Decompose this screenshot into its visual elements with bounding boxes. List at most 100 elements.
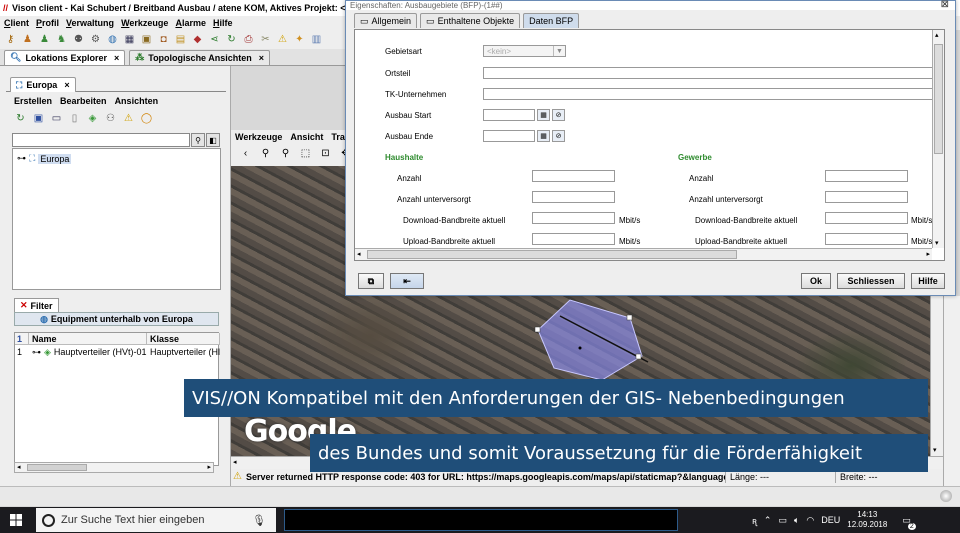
folder-icon[interactable]: ▥ xyxy=(310,34,323,46)
tab-lokations-explorer[interactable]: 🔍︎ Lokations Explorer × xyxy=(4,49,126,65)
calendar-icon[interactable]: ▦ xyxy=(537,109,550,121)
camera-icon[interactable]: ◘ xyxy=(157,34,170,46)
document-icon[interactable]: ▤ xyxy=(174,34,187,46)
person-edit-icon[interactable]: ♞ xyxy=(55,34,68,46)
menu-profil[interactable]: Profil xyxy=(36,18,59,28)
person-icon[interactable]: ♟ xyxy=(21,34,34,46)
zoom-out-icon[interactable]: ⚲ xyxy=(279,147,292,159)
clear-date-icon[interactable]: ⊘ xyxy=(552,109,565,121)
external-open-icon[interactable]: ⧉ xyxy=(358,273,384,289)
network-icon[interactable]: ⚇ xyxy=(104,112,117,124)
menu-ansicht[interactable]: Ansicht xyxy=(290,132,323,142)
share-icon[interactable]: ⋖ xyxy=(208,34,221,46)
close-icon[interactable]: ⊠ xyxy=(941,0,949,10)
chevron-left-icon[interactable]: ‹ xyxy=(239,147,252,159)
filter-tab[interactable]: ✕ Filter xyxy=(14,298,59,312)
menu-alarme[interactable]: Alarme xyxy=(175,18,206,28)
star-icon[interactable]: ✦ xyxy=(293,34,306,46)
haushalte-unterversorgt-input[interactable] xyxy=(532,191,615,203)
ausbau-ende-input[interactable] xyxy=(483,130,535,142)
gebietsart-select[interactable]: <kein> ▼ xyxy=(483,45,566,57)
tab-topologische-ansichten[interactable]: ⁂ Topologische Ansichten × xyxy=(129,49,271,65)
taskbar-app-button[interactable] xyxy=(284,509,678,531)
close-button[interactable]: Schliessen xyxy=(837,273,905,289)
dialog-vertical-scrollbar[interactable]: ▴ ▾ xyxy=(932,30,944,248)
table-row[interactable]: ⊶ ◈ Hauptverteiler (HVt)-01 xyxy=(29,346,147,358)
scrollbar-thumb[interactable] xyxy=(934,44,943,154)
close-icon[interactable]: × xyxy=(114,53,119,63)
scroll-right-icon[interactable]: ▸ xyxy=(207,463,211,471)
taskbar-search[interactable]: Zur Suche Text hier eingeben 🎙︎ xyxy=(36,508,276,532)
box-icon[interactable]: ▣ xyxy=(140,34,153,46)
dialog-horizontal-scrollbar[interactable]: ◂ ▸ xyxy=(355,248,932,260)
circle-icon[interactable]: ◯ xyxy=(140,112,153,124)
search-filter-icon[interactable]: ⚲ xyxy=(191,133,205,147)
settings-icon[interactable]: ⚙ xyxy=(89,34,102,46)
menu-ansichten[interactable]: Ansichten xyxy=(115,96,159,106)
refresh-icon[interactable]: ↻ xyxy=(225,34,238,46)
people-icon[interactable]: ꭆ xyxy=(752,514,757,527)
ausbau-start-input[interactable] xyxy=(483,109,535,121)
tag-icon[interactable]: ◆ xyxy=(191,34,204,46)
person-add-icon[interactable]: ♟ xyxy=(38,34,51,46)
tree-node-europa[interactable]: ⊶ ⛶ Europa xyxy=(17,153,72,164)
taskbar-clock[interactable]: 14:13 12.09.2018 xyxy=(847,510,887,530)
menu-verwaltung[interactable]: Verwaltung xyxy=(66,18,114,28)
tree-expand-icon[interactable]: ⊶ xyxy=(17,153,26,164)
wifi-icon[interactable]: ◠ xyxy=(806,515,814,526)
gewerbe-download-input[interactable] xyxy=(825,212,908,224)
scroll-down-icon[interactable]: ▾ xyxy=(933,446,937,454)
users-icon[interactable]: ⚉ xyxy=(72,34,85,46)
cube-icon[interactable]: ◈ xyxy=(86,112,99,124)
zoom-box-icon[interactable]: ⬚ xyxy=(299,147,312,159)
gewerbe-upload-input[interactable] xyxy=(825,233,908,245)
grid-icon[interactable]: ▦ xyxy=(123,34,136,46)
scroll-left-icon[interactable]: ◂ xyxy=(233,458,237,466)
volume-icon[interactable]: 🔈︎ xyxy=(794,515,799,526)
haushalte-anzahl-input[interactable] xyxy=(532,170,615,182)
menu-hilfe[interactable]: Hilfe xyxy=(213,18,233,28)
zoom-in-icon[interactable]: ⚲ xyxy=(259,147,272,159)
tab-europa[interactable]: ⛶ Europa × xyxy=(10,77,76,92)
area-polygon[interactable] xyxy=(530,296,650,386)
globe-icon[interactable]: ◍ xyxy=(106,34,119,46)
menu-bearbeiten[interactable]: Bearbeiten xyxy=(60,96,107,106)
close-icon[interactable]: × xyxy=(259,53,264,63)
notifications-icon[interactable]: ▭ 2 xyxy=(902,515,916,530)
column-header-klasse[interactable]: Klasse xyxy=(147,333,220,345)
tab-enthaltene-objekte[interactable]: ▭ Enthaltene Objekte xyxy=(420,13,521,28)
haushalte-upload-input[interactable] xyxy=(532,233,615,245)
scrollbar-thumb[interactable] xyxy=(27,464,87,471)
menu-werkzeuge[interactable]: Werkzeuge xyxy=(121,18,168,28)
refresh-icon[interactable]: ↻ xyxy=(14,112,27,124)
save-icon[interactable]: ▣ xyxy=(32,112,45,124)
haushalte-download-input[interactable] xyxy=(532,212,615,224)
document-icon[interactable]: ▯ xyxy=(68,112,81,124)
table-horizontal-scrollbar[interactable]: ◂ ▸ xyxy=(14,462,214,473)
microphone-icon[interactable]: 🎙︎ xyxy=(252,514,276,527)
ortsteil-input[interactable] xyxy=(483,67,935,79)
explorer-search-input[interactable] xyxy=(12,133,190,147)
menu-client[interactable]: Client xyxy=(4,18,29,28)
gewerbe-anzahl-input[interactable] xyxy=(825,170,908,182)
menu-erstellen[interactable]: Erstellen xyxy=(14,96,52,106)
close-icon[interactable]: × xyxy=(64,80,69,90)
key-icon[interactable]: ⚷ xyxy=(4,34,17,46)
gewerbe-unterversorgt-input[interactable] xyxy=(825,191,908,203)
menu-werkzeuge[interactable]: Werkzeuge xyxy=(235,132,282,142)
scroll-up-icon[interactable]: ▴ xyxy=(935,31,939,39)
search-options-icon[interactable]: ◧ xyxy=(206,133,220,147)
warning-icon[interactable]: ⚠ xyxy=(122,112,135,124)
clear-date-icon[interactable]: ⊘ xyxy=(552,130,565,142)
windows-start-icon[interactable] xyxy=(10,514,22,526)
scrollbar-thumb[interactable] xyxy=(367,250,737,259)
tab-daten-bfp[interactable]: Daten BFP xyxy=(523,13,580,28)
column-header-name[interactable]: Name xyxy=(29,333,147,345)
scroll-right-icon[interactable]: ▸ xyxy=(926,250,930,258)
language-indicator[interactable]: DEU xyxy=(821,515,840,525)
scroll-down-icon[interactable]: ▾ xyxy=(935,239,939,247)
pin-icon[interactable]: ⇤ xyxy=(390,273,424,289)
ok-button[interactable]: Ok xyxy=(801,273,831,289)
help-button[interactable]: Hilfe xyxy=(911,273,945,289)
network-icon[interactable]: ▭ xyxy=(778,515,787,526)
